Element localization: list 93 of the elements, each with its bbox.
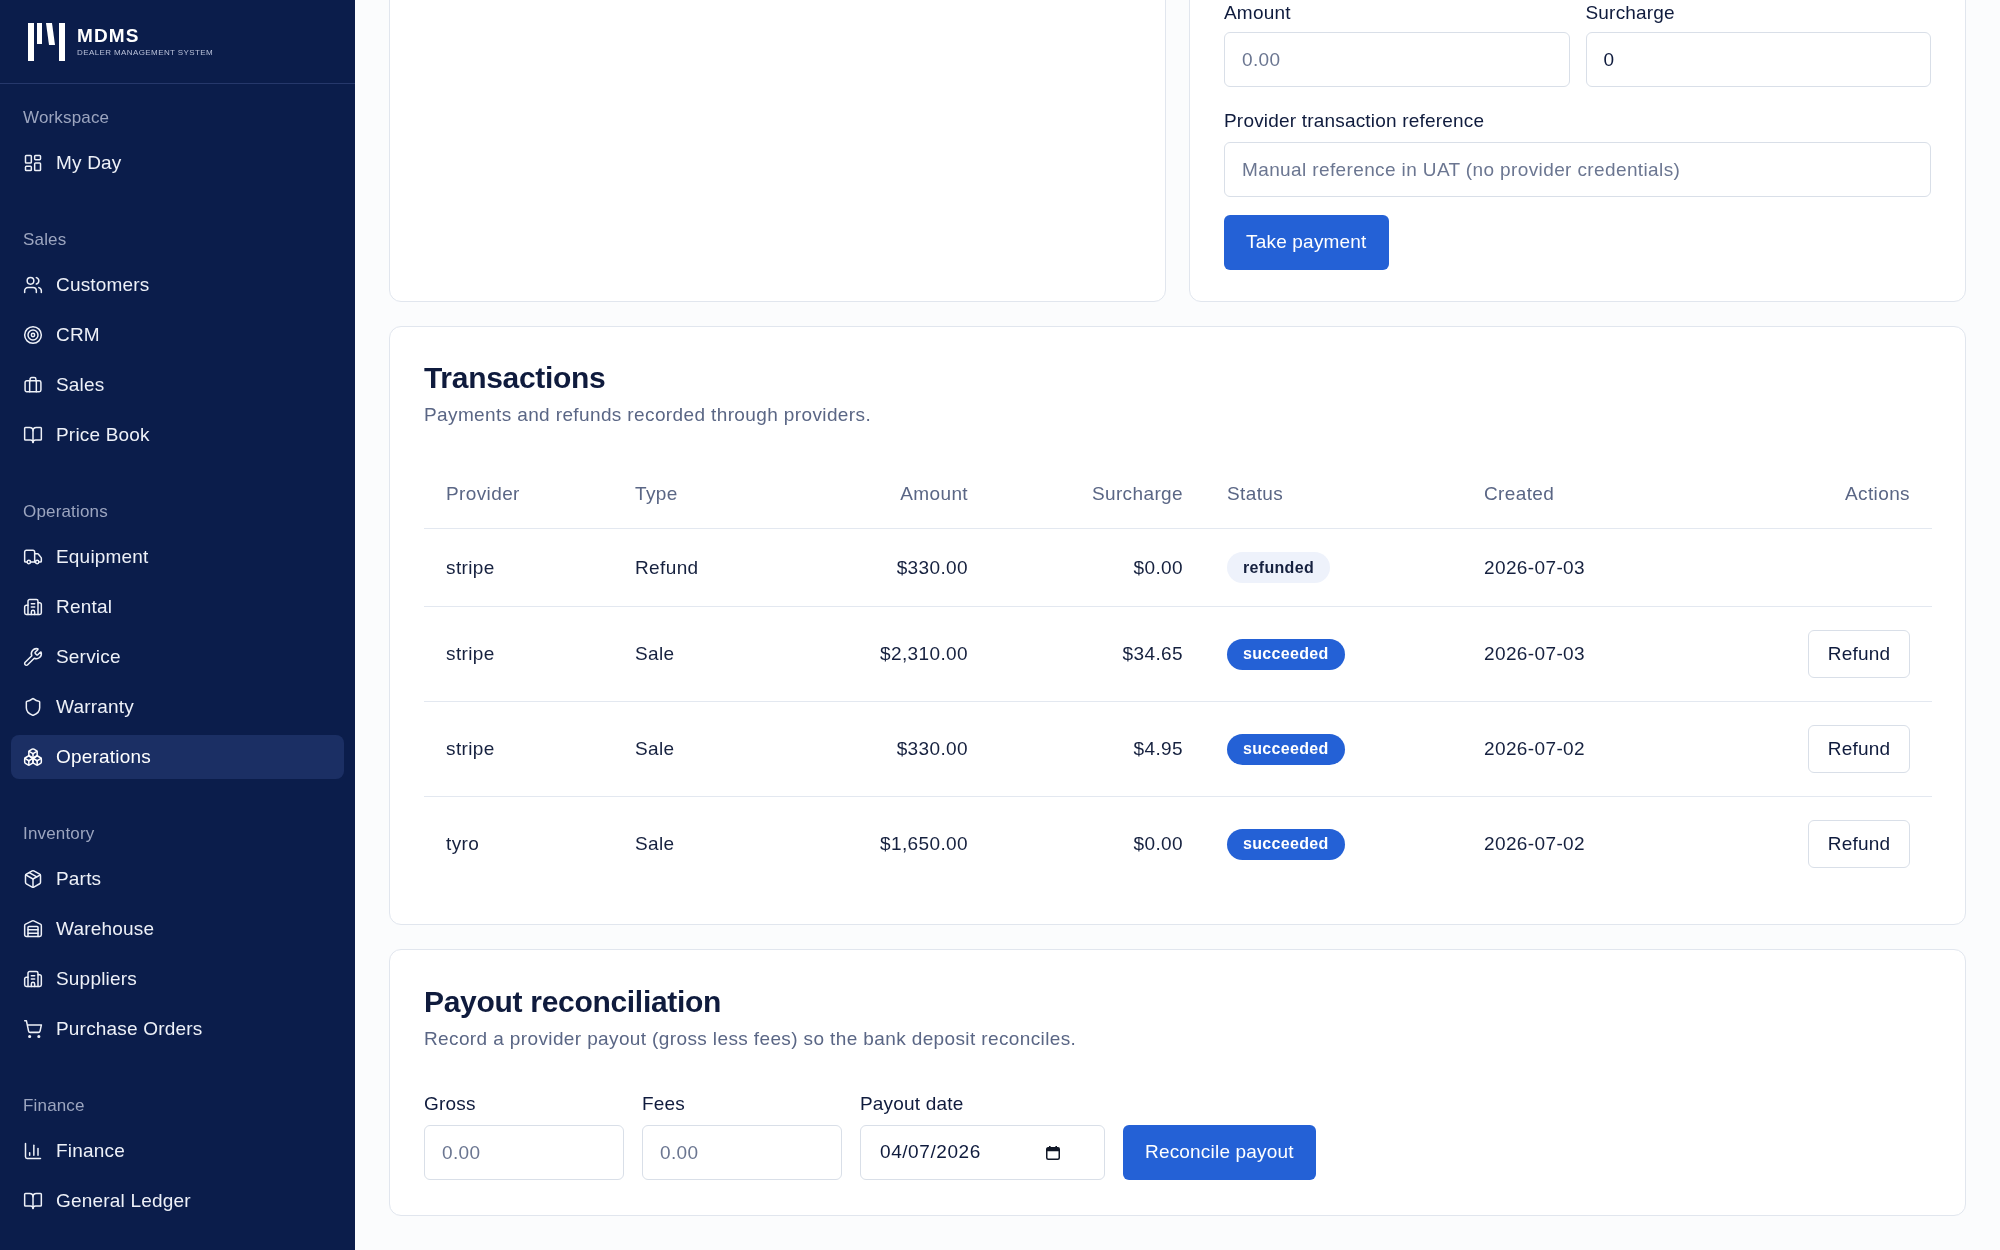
- refund-button[interactable]: Refund: [1808, 630, 1910, 678]
- shield-icon: [23, 697, 43, 717]
- date-field[interactable]: 04/07/2026: [860, 1125, 1105, 1180]
- warehouse-icon: [23, 919, 43, 939]
- section-label: Finance: [22, 1095, 86, 1117]
- refund-button[interactable]: Refund: [1808, 820, 1910, 868]
- section-subtitle: Record a provider payout (gross less fees) so the bank deposit reconciles.: [424, 1027, 1078, 1051]
- truck-icon: [23, 547, 43, 567]
- refund-button[interactable]: Refund: [1808, 725, 1910, 773]
- field-label: Gross: [424, 1092, 477, 1116]
- status-badge: succeeded: [1227, 828, 1345, 860]
- boxes-icon: [23, 747, 43, 767]
- table-cell: 2026-07-03: [1462, 606, 1732, 702]
- table-cell: Sale: [613, 796, 803, 891]
- section-label: Workspace: [22, 107, 111, 129]
- status-badge: refunded: [1227, 552, 1330, 583]
- table-cell: 2026-07-03: [1462, 528, 1732, 607]
- section-subtitle: Payments and refunds recorded through providers.: [424, 403, 873, 427]
- book-icon: [23, 1191, 43, 1211]
- table-cell: stripe: [424, 528, 613, 607]
- nav-item[interactable]: Operations: [11, 735, 344, 779]
- section-label: Operations: [22, 501, 109, 523]
- table-cell: 2026-07-02: [1462, 701, 1732, 797]
- column-header: Surcharge: [990, 460, 1205, 529]
- section-label: Sales: [22, 229, 68, 251]
- brand-tagline: DEALER MANAGEMENT SYSTEM: [77, 47, 214, 58]
- table-cell: 2026-07-02: [1462, 796, 1732, 891]
- input-field[interactable]: 0: [1585, 32, 1931, 87]
- section-title: Payout reconciliation: [424, 984, 723, 1020]
- table-cell: Refund: [613, 528, 803, 607]
- package-icon: [23, 869, 43, 889]
- logo-mark: [28, 22, 65, 61]
- calendar-icon[interactable]: [1046, 1145, 1060, 1160]
- nav-item[interactable]: CRM: [11, 313, 344, 357]
- wrench-icon: [23, 647, 43, 667]
- section-label: Inventory: [22, 823, 96, 845]
- table-cell: $1,650.00: [803, 796, 990, 891]
- table-cell: $4.95: [990, 701, 1205, 797]
- table-cell: Sale: [613, 606, 803, 702]
- input-field[interactable]: Manual reference in UAT (no provider credentials): [1224, 142, 1931, 197]
- status-badge: succeeded: [1227, 638, 1345, 670]
- nav-item[interactable]: Customers: [11, 263, 344, 307]
- table-cell: $0.00: [990, 528, 1205, 607]
- field-label: Surcharge: [1585, 3, 1676, 22]
- nav-item[interactable]: Suppliers: [11, 957, 344, 1001]
- column-header: Type: [613, 460, 803, 529]
- table-cell: $34.65: [990, 606, 1205, 702]
- column-header: Created: [1462, 460, 1732, 529]
- field-label: Fees: [642, 1092, 686, 1116]
- field-label: Amount: [1224, 3, 1292, 22]
- cart-icon: [23, 1019, 43, 1039]
- nav-item[interactable]: Purchase Orders: [11, 1007, 344, 1051]
- table-cell: $330.00: [803, 701, 990, 797]
- layout-icon: [23, 153, 43, 173]
- nav-item[interactable]: Price Book: [11, 413, 344, 457]
- building-icon: [23, 597, 43, 617]
- section-title: Transactions: [424, 360, 607, 396]
- briefcase-icon: [23, 375, 43, 395]
- nav-item[interactable]: Sales: [11, 363, 344, 407]
- nav-item[interactable]: Rental: [11, 585, 344, 629]
- book-icon: [23, 425, 43, 445]
- table-cell: stripe: [424, 606, 613, 702]
- input-field[interactable]: 0.00: [424, 1125, 624, 1180]
- status-badge: succeeded: [1227, 733, 1345, 765]
- column-header: Status: [1205, 460, 1462, 529]
- input-field[interactable]: 0.00: [1224, 32, 1570, 87]
- nav-item[interactable]: Service: [11, 635, 344, 679]
- users-icon: [23, 275, 43, 295]
- table-cell: $330.00: [803, 528, 990, 607]
- nav-item[interactable]: My Day: [11, 141, 344, 185]
- nav-item[interactable]: Warranty: [11, 685, 344, 729]
- nav-item[interactable]: Equipment: [11, 535, 344, 579]
- column-header: Actions: [1732, 460, 1932, 529]
- field-label: Provider transaction reference: [1224, 110, 1486, 132]
- table-cell: tyro: [424, 796, 613, 891]
- nav-item[interactable]: General Ledger: [11, 1179, 344, 1223]
- input-field[interactable]: 0.00: [642, 1125, 842, 1180]
- take-payment-button[interactable]: Take payment: [1224, 215, 1389, 270]
- bar-chart-icon: [23, 1141, 43, 1161]
- brand-name: MDMS: [77, 25, 141, 46]
- table-cell: $2,310.00: [803, 606, 990, 702]
- table-cell: $0.00: [990, 796, 1205, 891]
- table-cell: stripe: [424, 701, 613, 797]
- reconcile-payout-button[interactable]: Reconcile payout: [1123, 1125, 1316, 1180]
- target-icon: [23, 325, 43, 345]
- column-header: Amount: [803, 460, 990, 529]
- table-cell: Sale: [613, 701, 803, 797]
- building-icon: [23, 969, 43, 989]
- column-header: Provider: [424, 460, 613, 529]
- nav-item[interactable]: Finance: [11, 1129, 344, 1173]
- field-label: Payout date: [860, 1092, 965, 1116]
- nav-item[interactable]: Parts: [11, 857, 344, 901]
- nav-item[interactable]: Warehouse: [11, 907, 344, 951]
